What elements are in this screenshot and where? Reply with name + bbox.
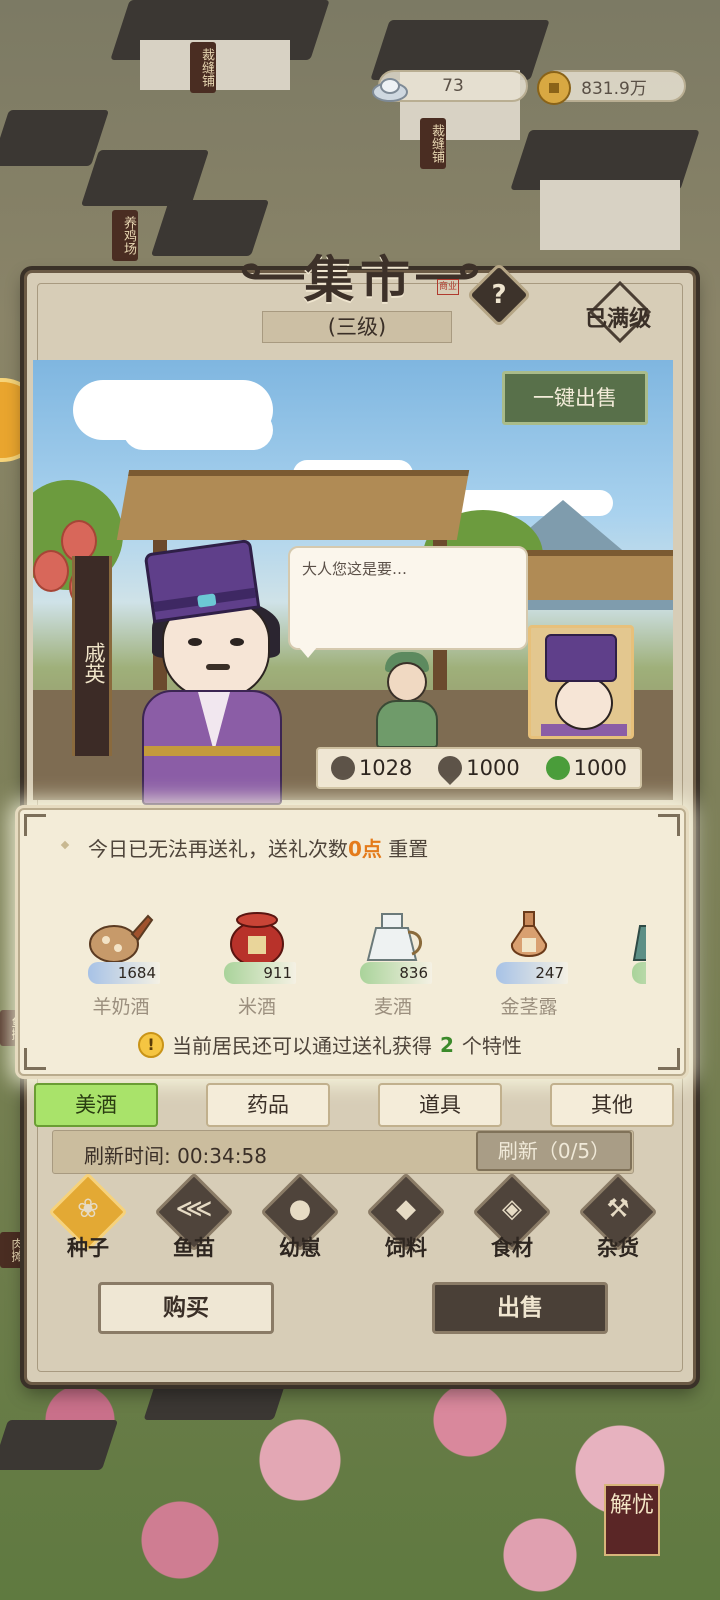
item-name: 桑	[610, 992, 646, 1019]
category-label: 杂货	[597, 1236, 639, 1260]
heart-icon	[433, 751, 468, 785]
gift-notice-text: 今日已无法再送礼，送礼次数	[88, 837, 348, 861]
category-fry[interactable]: ⋘ 鱼苗	[152, 1172, 236, 1264]
silver-ingot-icon	[372, 78, 408, 102]
feed-sack-icon: ◆	[396, 1194, 416, 1224]
silver-counter[interactable]: 73	[372, 70, 528, 102]
gift-item[interactable]: 1684 羊奶酒	[66, 900, 176, 1030]
item-name: 羊奶酒	[92, 996, 150, 1018]
category-feed[interactable]: ◆ 饲料	[364, 1172, 448, 1264]
refresh-button[interactable]: 刷新（0/5）	[476, 1131, 632, 1171]
category-young-animals[interactable]: ● 幼崽	[258, 1172, 342, 1264]
buy-button[interactable]: 购买	[98, 1282, 274, 1334]
mulberry-wine-icon	[632, 925, 646, 961]
refresh-label: 刷新时间:	[84, 1144, 171, 1168]
item-count	[632, 962, 646, 984]
teapot-icon: ◈	[502, 1194, 522, 1224]
shopkeeper-npc	[372, 652, 442, 748]
speech-bubble-tail	[298, 646, 318, 658]
leaf-value: 1000	[573, 756, 628, 780]
gift-item[interactable]: 911 米酒	[202, 900, 312, 1030]
trait-hint-text: 当前居民还可以通过送礼获得	[172, 1034, 432, 1058]
category-ingredients[interactable]: ◈ 食材	[470, 1172, 554, 1264]
category-label: 饲料	[385, 1236, 427, 1260]
silver-value: 73	[442, 76, 464, 96]
category-label: 种子	[67, 1236, 109, 1260]
item-count: 1684	[88, 962, 160, 984]
refresh-time: 00:34:58	[177, 1144, 267, 1168]
copper-coin-icon	[537, 71, 571, 105]
fish-icon: ⋘	[175, 1194, 213, 1224]
category-label: 鱼苗	[173, 1236, 215, 1260]
item-count: 247	[496, 962, 568, 984]
resident-portrait[interactable]	[528, 625, 634, 739]
coin-counter[interactable]: 831.9万	[537, 70, 686, 105]
shop-sign-meat: 肉摊	[0, 1232, 26, 1268]
shop-sign-tailor: 裁缝铺	[190, 42, 216, 93]
item-count: 911	[224, 962, 296, 984]
attribute-leaf: 1000	[545, 756, 628, 780]
item-count: 836	[360, 962, 432, 984]
trait-hint-suffix: 个特性	[461, 1034, 522, 1058]
tab-other[interactable]: 其他	[550, 1083, 674, 1127]
hammer-icon: ⚒	[606, 1194, 630, 1224]
item-name: 米酒	[237, 996, 276, 1018]
speech-bubble: 大人您这是要…	[288, 546, 528, 650]
rice-wine-jar-icon	[230, 912, 284, 967]
goat-milk-wine-icon	[89, 914, 154, 963]
sell-all-button[interactable]: 一键出售	[502, 371, 648, 425]
category-goods[interactable]: ⚒ 杂货	[576, 1172, 660, 1264]
question-icon: ?	[491, 280, 507, 310]
heart-value: 1000	[466, 756, 520, 780]
golden-dew-bottle-icon	[511, 911, 547, 957]
attribute-heart: 1000	[433, 751, 520, 785]
category-label: 幼崽	[279, 1236, 321, 1260]
tab-props[interactable]: 道具	[378, 1083, 502, 1127]
max-level-label: 已满级	[585, 307, 652, 332]
energy-icon	[330, 756, 355, 780]
jieyou-button[interactable]: 解忧	[604, 1484, 660, 1556]
trait-hint: ! 当前居民还可以通过送礼获得 2 个特性	[138, 1030, 522, 1059]
category-seeds[interactable]: ❀ 种子	[46, 1172, 130, 1264]
item-name: 麦酒	[373, 996, 412, 1018]
refresh-timer: 刷新时间: 00:34:58	[84, 1140, 267, 1169]
pig-icon: ●	[288, 1194, 312, 1224]
attribute-energy: 1028	[330, 756, 413, 780]
npc-name-banner: 戚英	[72, 556, 112, 756]
resident-attributes: 1028 1000 1000	[316, 747, 642, 789]
tab-wine[interactable]: 美酒	[34, 1083, 158, 1127]
sell-button[interactable]: 出售	[432, 1282, 608, 1334]
lightbulb-icon: !	[138, 1031, 164, 1058]
gift-item[interactable]: 247 金茎露	[474, 900, 584, 1030]
seed-bag-icon: ❀	[77, 1194, 99, 1224]
energy-value: 1028	[358, 756, 413, 780]
gift-item[interactable]: 836 麦酒	[338, 900, 448, 1030]
trait-count: 2	[440, 1032, 454, 1057]
gift-item[interactable]: 桑	[610, 900, 646, 1030]
category-label: 食材	[491, 1236, 533, 1260]
gift-item-list: 1684 羊奶酒 911 米酒 836 麦酒 247 金茎露	[66, 900, 646, 1030]
tab-medicine[interactable]: 药品	[206, 1083, 330, 1127]
market-level: (三级)	[262, 311, 452, 343]
coin-value: 831.9万	[581, 78, 647, 99]
gift-notice: 今日已无法再送礼，送礼次数0点 重置	[88, 833, 428, 862]
shop-sign-tailor: 裁缝铺	[420, 118, 446, 169]
item-name: 金茎露	[500, 996, 558, 1018]
leaf-icon	[545, 756, 570, 780]
title-seal: 商业	[437, 279, 459, 295]
gift-reset-time: 0点	[348, 837, 382, 861]
wheat-wine-pot-icon	[366, 913, 422, 961]
gift-notice-suffix: 重置	[381, 837, 429, 861]
